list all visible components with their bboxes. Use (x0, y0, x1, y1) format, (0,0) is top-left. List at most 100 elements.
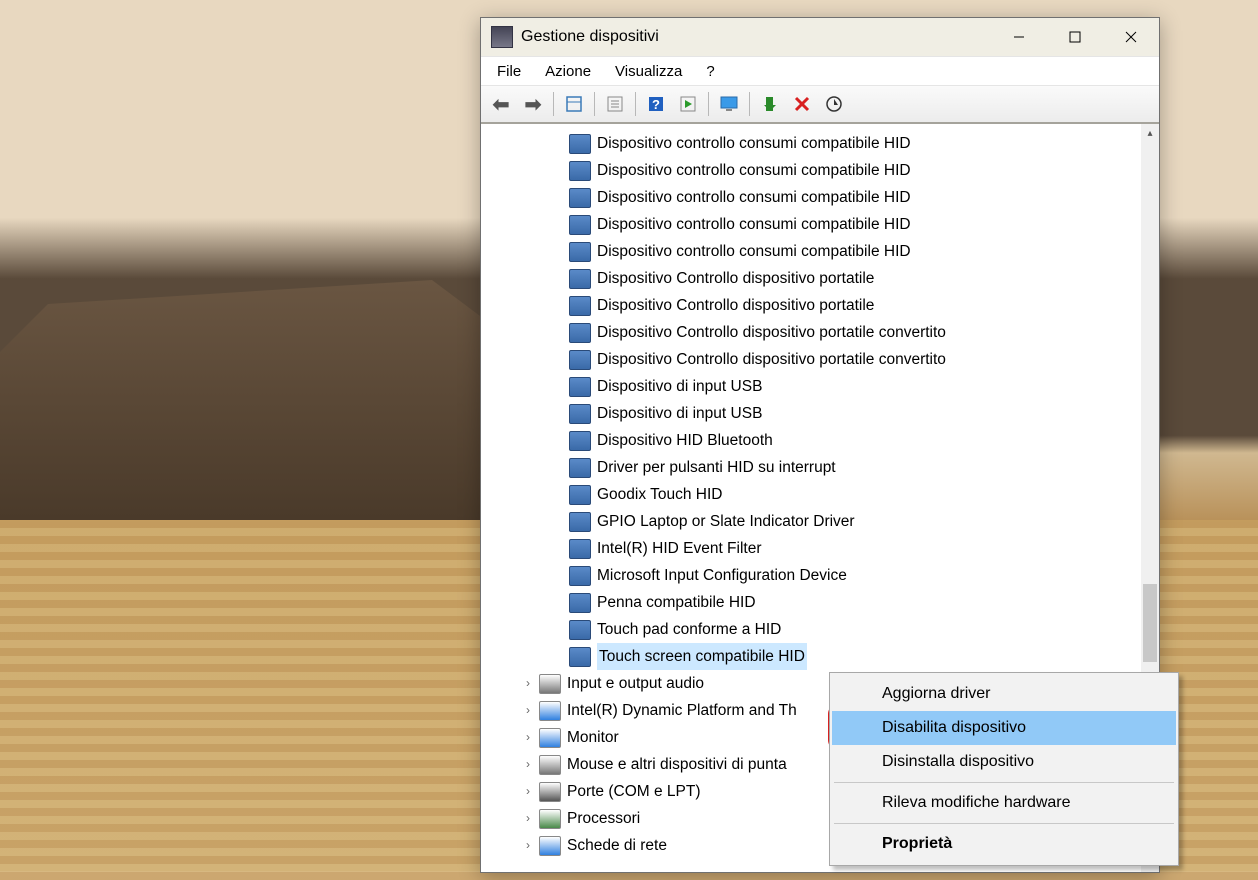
device-label: Dispositivo HID Bluetooth (597, 427, 773, 454)
device-item[interactable]: Dispositivo controllo consumi compatibil… (485, 184, 1155, 211)
hid-device-icon (569, 134, 591, 154)
ctx-separator (834, 823, 1174, 824)
disable-device-button[interactable] (788, 90, 816, 118)
hid-device-icon (569, 269, 591, 289)
device-item[interactable]: Intel(R) HID Event Filter (485, 535, 1155, 562)
category-icon (539, 674, 561, 694)
ctx-properties[interactable]: Proprietà (832, 827, 1176, 861)
svg-text:?: ? (652, 97, 660, 112)
back-button[interactable]: ⬅ (487, 90, 515, 118)
device-item[interactable]: Goodix Touch HID (485, 481, 1155, 508)
chevron-right-icon[interactable]: › (521, 724, 535, 751)
device-item[interactable]: Touch screen compatibile HID (485, 643, 1155, 670)
ctx-separator (834, 782, 1174, 783)
device-label: Dispositivo Controllo dispositivo portat… (597, 265, 874, 292)
device-item[interactable]: Touch pad conforme a HID (485, 616, 1155, 643)
category-label: Mouse e altri dispositivi di punta (567, 751, 787, 778)
chevron-right-icon[interactable]: › (521, 805, 535, 832)
chevron-right-icon[interactable]: › (521, 697, 535, 724)
device-item[interactable]: Dispositivo Controllo dispositivo portat… (485, 346, 1155, 373)
device-label: Dispositivo controllo consumi compatibil… (597, 157, 911, 184)
device-item[interactable]: Dispositivo di input USB (485, 400, 1155, 427)
ctx-update-driver[interactable]: Aggiorna driver (832, 677, 1176, 711)
device-item[interactable]: Dispositivo controllo consumi compatibil… (485, 238, 1155, 265)
device-item[interactable]: Driver per pulsanti HID su interrupt (485, 454, 1155, 481)
category-icon (539, 782, 561, 802)
device-label: Touch screen compatibile HID (597, 643, 807, 670)
menu-view[interactable]: Visualizza (605, 61, 692, 82)
ctx-scan-hardware[interactable]: Rileva modifiche hardware (832, 786, 1176, 820)
menu-file[interactable]: File (487, 61, 531, 82)
chevron-right-icon[interactable]: › (521, 670, 535, 697)
hid-device-icon (569, 242, 591, 262)
scroll-thumb[interactable] (1143, 584, 1157, 662)
hid-device-icon (569, 431, 591, 451)
device-label: Dispositivo Controllo dispositivo portat… (597, 346, 946, 373)
device-label: Dispositivo controllo consumi compatibil… (597, 184, 911, 211)
device-label: Penna compatibile HID (597, 589, 756, 616)
category-label: Input e output audio (567, 670, 704, 697)
close-button[interactable] (1103, 18, 1159, 56)
hid-device-icon (569, 647, 591, 667)
hid-device-icon (569, 323, 591, 343)
show-hide-tree-button[interactable] (560, 90, 588, 118)
device-item[interactable]: Dispositivo controllo consumi compatibil… (485, 157, 1155, 184)
minimize-button[interactable] (991, 18, 1047, 56)
enable-device-button[interactable] (756, 90, 784, 118)
device-label: Dispositivo di input USB (597, 400, 762, 427)
device-label: Dispositivo controllo consumi compatibil… (597, 238, 911, 265)
hid-device-icon (569, 485, 591, 505)
ctx-disable-device[interactable]: Disabilita dispositivo (832, 711, 1176, 745)
device-label: Intel(R) HID Event Filter (597, 535, 762, 562)
device-item[interactable]: Penna compatibile HID (485, 589, 1155, 616)
hid-device-icon (569, 350, 591, 370)
menu-help[interactable]: ? (696, 61, 724, 82)
help-button[interactable]: ? (642, 90, 670, 118)
forward-button[interactable]: ➡ (519, 90, 547, 118)
category-label: Schede di rete (567, 832, 667, 859)
device-item[interactable]: Dispositivo controllo consumi compatibil… (485, 211, 1155, 238)
device-item[interactable]: Microsoft Input Configuration Device (485, 562, 1155, 589)
device-item[interactable]: Dispositivo Controllo dispositivo portat… (485, 265, 1155, 292)
category-label: Processori (567, 805, 640, 832)
category-icon (539, 701, 561, 721)
category-icon (539, 755, 561, 775)
chevron-right-icon[interactable]: › (521, 751, 535, 778)
device-label: Dispositivo controllo consumi compatibil… (597, 130, 911, 157)
category-icon (539, 809, 561, 829)
window-title: Gestione dispositivi (521, 28, 659, 46)
ctx-uninstall-device[interactable]: Disinstalla dispositivo (832, 745, 1176, 779)
context-menu: Aggiorna driver Disabilita dispositivo D… (829, 672, 1179, 866)
category-label: Porte (COM e LPT) (567, 778, 701, 805)
device-label: Dispositivo Controllo dispositivo portat… (597, 292, 874, 319)
device-item[interactable]: Dispositivo controllo consumi compatibil… (485, 130, 1155, 157)
menu-action[interactable]: Azione (535, 61, 601, 82)
titlebar[interactable]: Gestione dispositivi (481, 18, 1159, 56)
hid-device-icon (569, 296, 591, 316)
hid-device-icon (569, 377, 591, 397)
update-driver-button[interactable] (820, 90, 848, 118)
device-item[interactable]: Dispositivo di input USB (485, 373, 1155, 400)
hid-device-icon (569, 593, 591, 613)
device-label: Goodix Touch HID (597, 481, 723, 508)
device-item[interactable]: GPIO Laptop or Slate Indicator Driver (485, 508, 1155, 535)
device-item[interactable]: Dispositivo Controllo dispositivo portat… (485, 319, 1155, 346)
chevron-right-icon[interactable]: › (521, 832, 535, 859)
chevron-right-icon[interactable]: › (521, 778, 535, 805)
device-item[interactable]: Dispositivo Controllo dispositivo portat… (485, 292, 1155, 319)
app-icon (491, 26, 513, 48)
category-label: Intel(R) Dynamic Platform and Th (567, 697, 797, 724)
properties-button[interactable] (601, 90, 629, 118)
hid-device-icon (569, 566, 591, 586)
hid-device-icon (569, 188, 591, 208)
device-label: Touch pad conforme a HID (597, 616, 781, 643)
maximize-button[interactable] (1047, 18, 1103, 56)
menubar: File Azione Visualizza ? (481, 56, 1159, 86)
scroll-up-button[interactable]: ▴ (1141, 124, 1159, 142)
hid-device-icon (569, 161, 591, 181)
device-item[interactable]: Dispositivo HID Bluetooth (485, 427, 1155, 454)
monitor-icon[interactable] (715, 90, 743, 118)
scan-hardware-button[interactable] (674, 90, 702, 118)
category-icon (539, 836, 561, 856)
device-label: Microsoft Input Configuration Device (597, 562, 847, 589)
